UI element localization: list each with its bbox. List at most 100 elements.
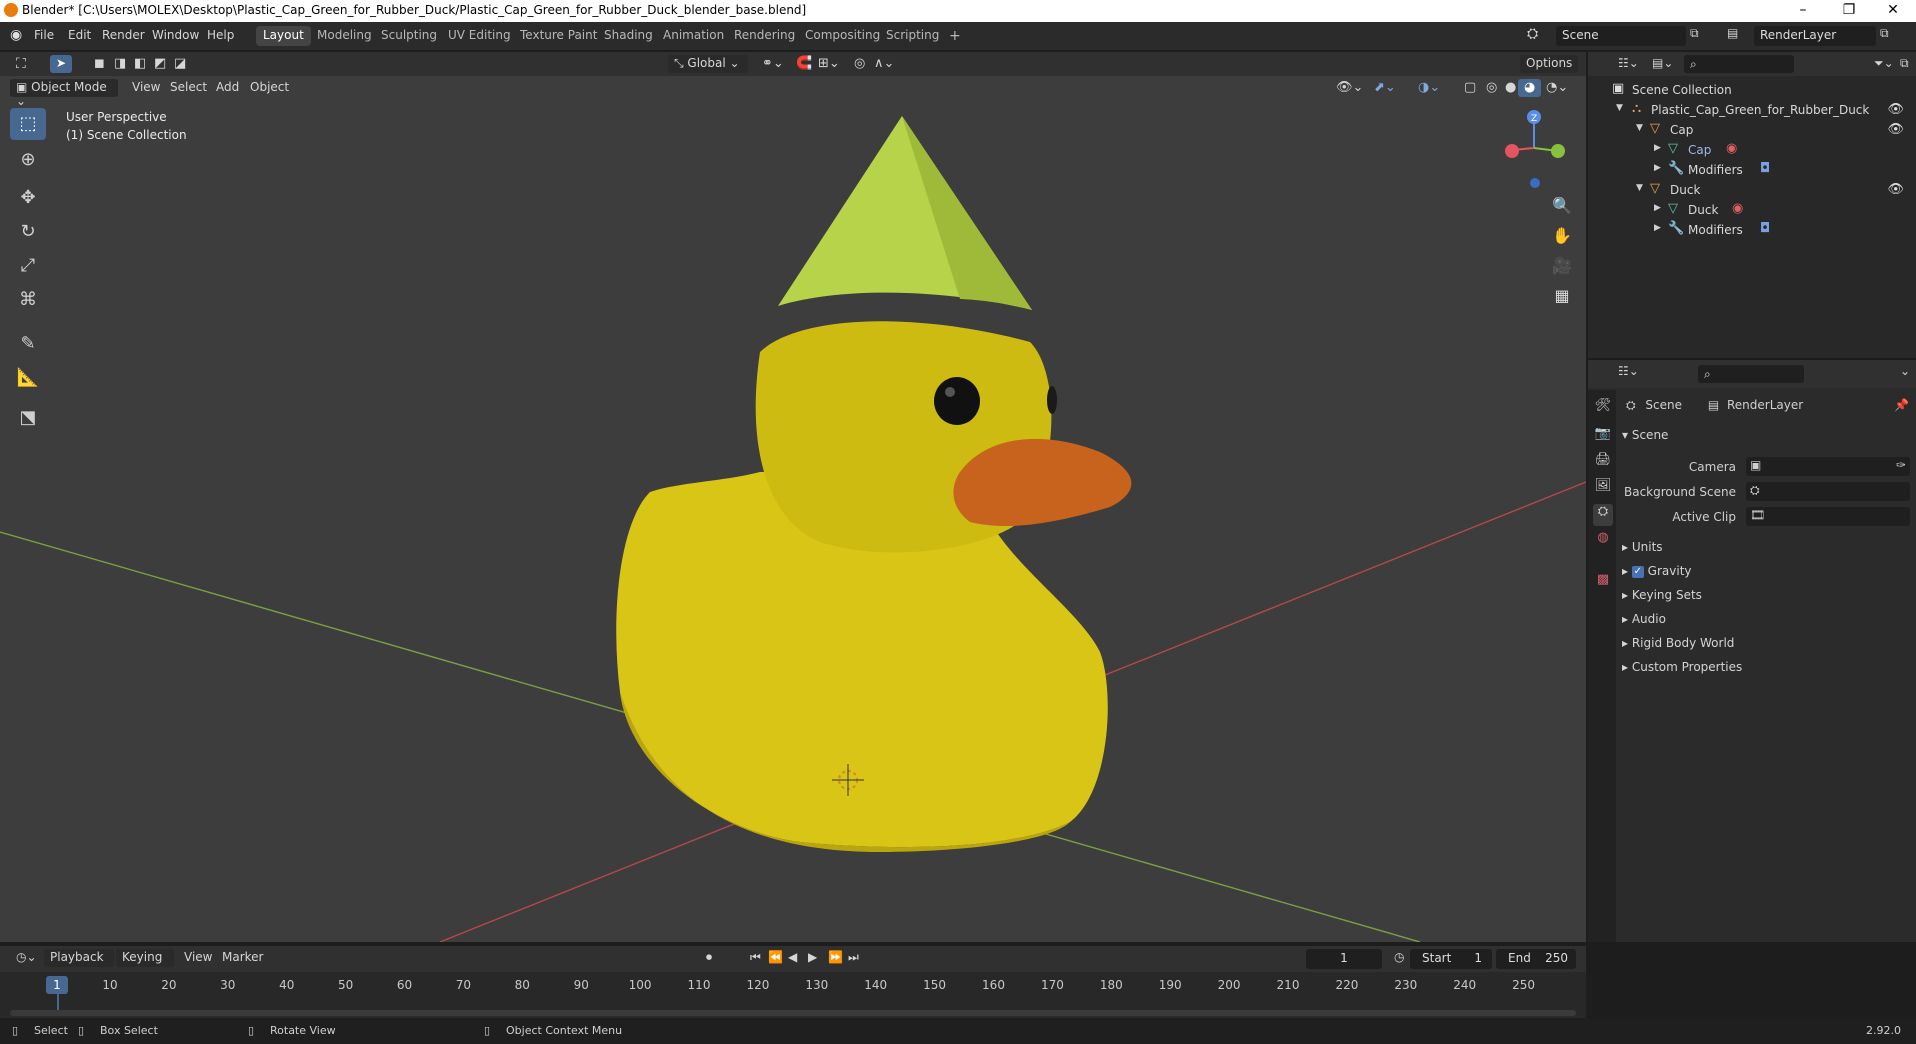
outliner-search-input[interactable]: ⌕ xyxy=(1684,55,1794,73)
pin-icon[interactable]: 📌 xyxy=(1894,398,1909,412)
panel-gravity[interactable]: ▸ ✓ Gravity xyxy=(1622,564,1692,578)
editor-type-icon[interactable]: ⛶ xyxy=(10,55,32,73)
panel-scene-header[interactable]: ▾ Scene xyxy=(1622,428,1668,442)
tool-tab-icon[interactable]: 🛠 xyxy=(1593,398,1613,420)
new-scene-icon[interactable]: ⧉ xyxy=(1690,26,1699,41)
outliner-row-cap[interactable]: ▼ ▽ Cap 👁 xyxy=(1588,120,1916,140)
proportional-falloff-icon[interactable]: ∧⌄ xyxy=(868,55,900,73)
tab-layout[interactable]: Layout xyxy=(256,26,311,46)
snap-target-icon[interactable]: ⊞⌄ xyxy=(812,55,846,73)
timeline-scrollbar[interactable] xyxy=(10,1010,1576,1016)
background-scene-field[interactable]: ⛭ xyxy=(1746,482,1910,501)
outliner-row-cap-mesh[interactable]: ▶ ▽ Cap ◉ xyxy=(1588,140,1916,160)
blender-menu-icon[interactable]: ◉ xyxy=(10,27,22,43)
renderlayer-selector[interactable]: RenderLayer xyxy=(1754,26,1876,46)
select-mode-intersect-icon[interactable]: ◪ xyxy=(168,55,192,73)
transform-orientation-dropdown[interactable]: ⤡ Global ⌄ xyxy=(668,55,748,73)
display-mode-icon[interactable]: ▤⌄ xyxy=(1646,55,1679,73)
active-clip-field[interactable]: 🎞 xyxy=(1746,507,1910,526)
eye-icon[interactable]: 👁 xyxy=(1887,102,1904,117)
restore-button[interactable]: ❐ xyxy=(1826,0,1872,22)
outliner-row-collection[interactable]: ▼ ⛬ Plastic_Cap_Green_for_Rubber_Duck 👁 xyxy=(1588,100,1916,120)
timeline-menu-view[interactable]: View xyxy=(178,949,218,967)
outliner-row-cap-modifiers[interactable]: ▶ 🔧 Modifiers ◘ xyxy=(1588,160,1916,180)
expand-triangle-icon[interactable]: ▼ xyxy=(1636,123,1643,133)
gizmo-toggle-icon[interactable]: ⬈⌄ xyxy=(1368,79,1402,97)
select-box-tool-icon[interactable]: ⬚ xyxy=(10,108,46,140)
scale-tool-icon[interactable]: ⤢ xyxy=(10,250,46,282)
select-tool-icon[interactable]: ➤ xyxy=(50,55,73,73)
timeline-menu-playback[interactable]: Playback ⌄ xyxy=(44,949,114,978)
rotate-tool-icon[interactable]: ↻ xyxy=(10,216,46,248)
zoom-icon[interactable]: 🔍 xyxy=(1548,192,1576,220)
visibility-icon[interactable]: 👁⌄ xyxy=(1330,79,1369,97)
panel-custom-properties[interactable]: ▸ Custom Properties xyxy=(1622,660,1742,674)
outliner-row-duck-modifiers[interactable]: ▶ 🔧 Modifiers ◘ xyxy=(1588,220,1916,240)
output-tab-icon[interactable]: 🖨 xyxy=(1593,452,1613,474)
tab-scripting[interactable]: Scripting xyxy=(879,26,946,46)
shading-rendered-icon[interactable]: ◔⌄ xyxy=(1540,79,1574,97)
jump-end-icon[interactable]: ⏭ xyxy=(842,949,865,967)
outliner-row-duck-mesh[interactable]: ▶ ▽ Duck ◉ xyxy=(1588,200,1916,220)
viewport-menu-add[interactable]: Add xyxy=(210,79,245,97)
timeline-editor-icon[interactable]: ◷⌄ xyxy=(10,949,43,967)
minimize-button[interactable]: – xyxy=(1780,0,1826,22)
tab-texture-paint[interactable]: Texture Paint xyxy=(513,26,604,46)
menu-window[interactable]: Window xyxy=(152,28,199,42)
start-frame-field[interactable]: Start 1 xyxy=(1410,949,1492,969)
transform-tool-icon[interactable]: ⌘ xyxy=(10,284,46,316)
play-reverse-icon[interactable]: ◀ xyxy=(782,949,803,967)
tab-uv-editing[interactable]: UV Editing xyxy=(441,26,518,46)
options-dropdown[interactable]: Options xyxy=(1520,55,1579,73)
current-frame-field[interactable]: 1 xyxy=(1306,949,1382,969)
tab-shading[interactable]: Shading xyxy=(597,26,660,46)
viewport-menu-view[interactable]: View xyxy=(126,79,166,97)
shading-material-icon[interactable]: ◕ xyxy=(1518,79,1542,97)
end-frame-field[interactable]: End 250 xyxy=(1496,949,1576,969)
outliner-editor-icon[interactable]: ☷⌄ xyxy=(1612,55,1645,73)
ortho-toggle-icon[interactable]: ▦ xyxy=(1548,282,1576,310)
chevron-down-icon[interactable]: ⌄ xyxy=(1894,363,1916,381)
new-collection-icon[interactable]: ⧉ xyxy=(1894,55,1915,73)
move-tool-icon[interactable]: ✥ xyxy=(10,182,46,214)
viewport-scene[interactable]: Z xyxy=(0,52,1586,942)
properties-editor-icon[interactable]: ☷⌄ xyxy=(1612,363,1645,381)
pan-hand-icon[interactable]: ✋ xyxy=(1548,222,1576,250)
new-renderlayer-icon[interactable]: ⧉ xyxy=(1880,26,1889,41)
3d-viewport[interactable]: Z xyxy=(0,52,1586,942)
view-layer-tab-icon[interactable]: 🖼 xyxy=(1593,478,1613,500)
cursor-tool-icon[interactable]: ⊕ xyxy=(10,144,46,176)
renderlayer-icon[interactable]: ▤ xyxy=(1727,26,1738,40)
pivot-point-icon[interactable]: ⚭⌄ xyxy=(756,55,790,73)
panel-audio[interactable]: ▸ Audio xyxy=(1622,612,1666,626)
expand-triangle-icon[interactable]: ▶ xyxy=(1654,223,1661,233)
outliner-row-duck[interactable]: ▼ ▽ Duck 👁 xyxy=(1588,180,1916,200)
record-icon[interactable]: ⏺ xyxy=(700,949,718,967)
camera-view-icon[interactable]: 🎥 xyxy=(1548,252,1576,280)
tab-compositing[interactable]: Compositing xyxy=(798,26,887,46)
expand-triangle-icon[interactable]: ▶ xyxy=(1654,143,1661,153)
play-icon[interactable]: ▶ xyxy=(802,949,823,967)
menu-help[interactable]: Help xyxy=(207,28,234,42)
expand-triangle-icon[interactable]: ▶ xyxy=(1654,163,1661,173)
add-workspace-button[interactable]: + xyxy=(942,26,968,46)
viewport-menu-select[interactable]: Select xyxy=(164,79,213,97)
tab-modeling[interactable]: Modeling xyxy=(310,26,379,46)
gravity-checkbox[interactable]: ✓ xyxy=(1631,565,1644,578)
timeline-menu-marker[interactable]: Marker xyxy=(216,949,269,967)
expand-triangle-icon[interactable]: ▼ xyxy=(1616,103,1623,113)
menu-file[interactable]: File xyxy=(34,28,54,42)
preview-range-icon[interactable]: ◷ xyxy=(1388,949,1410,967)
eye-icon[interactable]: 👁 xyxy=(1887,182,1904,197)
timeline-menu-keying[interactable]: Keying ⌄ xyxy=(116,949,174,978)
menu-render[interactable]: Render xyxy=(102,28,145,42)
panel-keying-sets[interactable]: ▸ Keying Sets xyxy=(1622,588,1702,602)
panel-rigid-body-world[interactable]: ▸ Rigid Body World xyxy=(1622,636,1734,650)
expand-triangle-icon[interactable]: ▶ xyxy=(1654,203,1661,213)
xray-toggle-icon[interactable]: ▢ xyxy=(1458,79,1482,97)
outliner-row-scene-collection[interactable]: ▣ Scene Collection xyxy=(1588,80,1916,100)
texture-tab-icon[interactable]: ▩ xyxy=(1593,572,1613,594)
tab-animation[interactable]: Animation xyxy=(656,26,731,46)
expand-triangle-icon[interactable]: ▼ xyxy=(1636,183,1643,193)
add-cube-tool-icon[interactable]: ⬔ xyxy=(10,402,46,434)
